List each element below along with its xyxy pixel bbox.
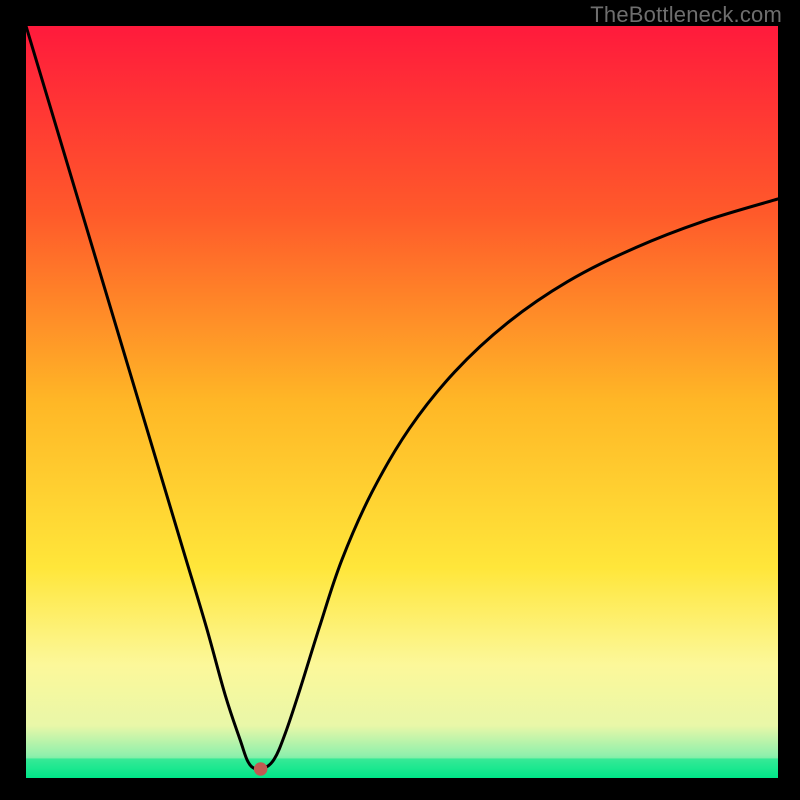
optimal-marker <box>254 762 268 776</box>
watermark-text: TheBottleneck.com <box>590 2 782 28</box>
chart-frame: TheBottleneck.com <box>0 0 800 800</box>
chart-svg <box>26 26 778 778</box>
plot-area <box>26 26 778 778</box>
optimal-band <box>26 758 778 778</box>
